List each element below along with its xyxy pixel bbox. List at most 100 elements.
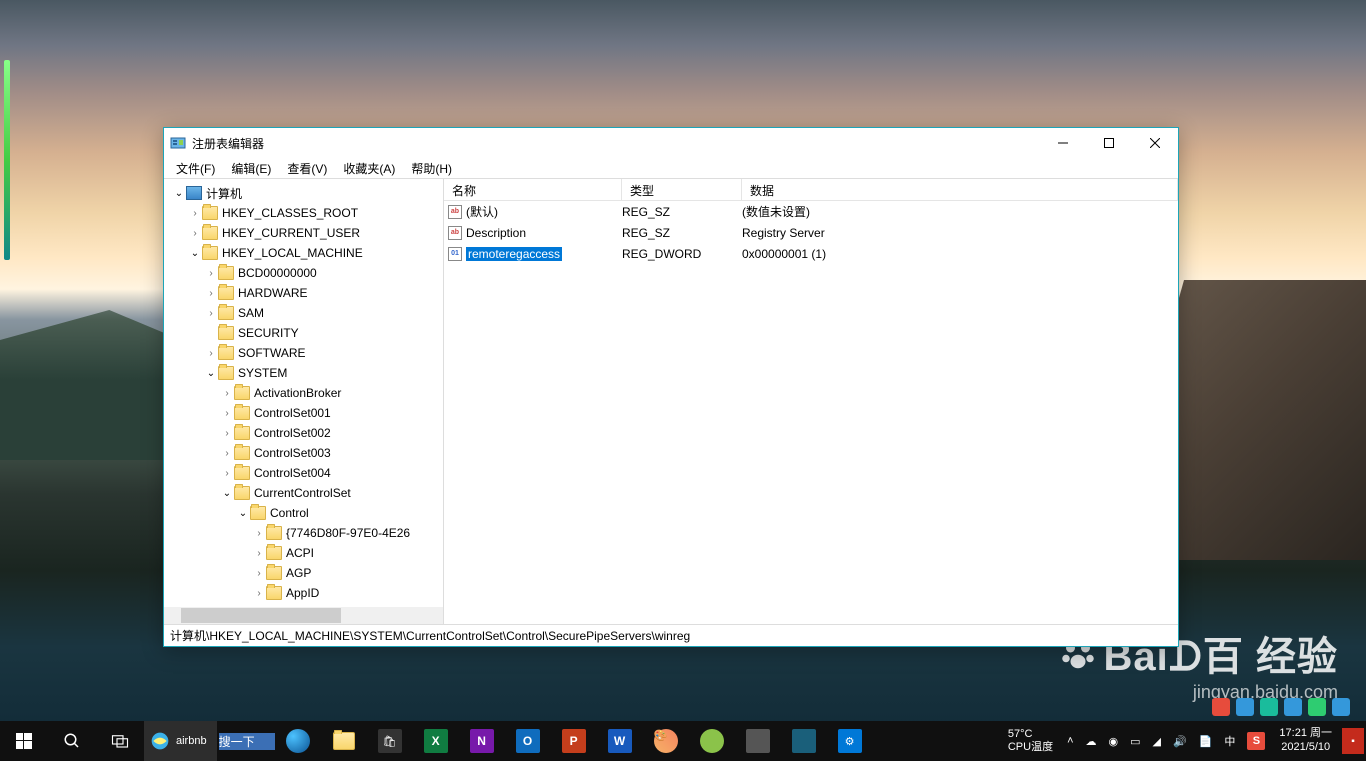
maximize-button[interactable] <box>1086 128 1132 158</box>
paint-icon[interactable]: 🎨 <box>643 721 689 761</box>
360-icon[interactable] <box>689 721 735 761</box>
chevron-right-icon[interactable]: › <box>220 388 234 399</box>
chevron-right-icon[interactable]: › <box>220 468 234 479</box>
chevron-right-icon[interactable]: › <box>188 228 202 239</box>
sogou-icon[interactable]: S <box>1241 721 1271 761</box>
col-name-header[interactable]: 名称 <box>444 179 622 200</box>
chevron-right-icon[interactable]: › <box>204 288 218 299</box>
edge-icon[interactable] <box>275 721 321 761</box>
horizontal-scrollbar[interactable] <box>164 607 443 624</box>
chevron-down-icon[interactable]: ⌄ <box>188 248 202 259</box>
menu-favorites[interactable]: 收藏夹(A) <box>335 158 403 179</box>
tree-item[interactable]: ›ControlSet001 <box>164 403 443 423</box>
list-row[interactable]: abDescriptionREG_SZRegistry Server <box>444 222 1178 243</box>
list-header[interactable]: 名称 类型 数据 <box>444 179 1178 201</box>
app-icon[interactable] <box>735 721 781 761</box>
col-data-header[interactable]: 数据 <box>742 179 1178 200</box>
settings-icon[interactable]: ⚙ <box>827 721 873 761</box>
chevron-right-icon[interactable]: › <box>188 208 202 219</box>
tree-item[interactable]: ›BCD00000000 <box>164 263 443 283</box>
ime-icon[interactable]: 📄 <box>1193 721 1219 761</box>
menu-help[interactable]: 帮助(H) <box>403 158 460 179</box>
tray-icon[interactable]: ◉ <box>1103 721 1125 761</box>
tray-icon[interactable] <box>1212 698 1230 716</box>
chevron-down-icon[interactable]: ⌄ <box>236 508 250 519</box>
tree-item[interactable]: ⌄ CurrentControlSet <box>164 483 443 503</box>
chevron-right-icon[interactable]: › <box>252 568 266 579</box>
tray-chevron-icon[interactable]: ˄ <box>1061 721 1079 761</box>
titlebar[interactable]: 注册表编辑器 <box>164 128 1178 158</box>
chevron-right-icon[interactable]: › <box>204 268 218 279</box>
col-type-header[interactable]: 类型 <box>622 179 742 200</box>
battery-icon[interactable]: ▭ <box>1124 721 1146 761</box>
values-list[interactable]: 名称 类型 数据 ab(默认)REG_SZ(数值未设置)abDescriptio… <box>444 179 1178 624</box>
chevron-right-icon[interactable]: › <box>252 548 266 559</box>
onenote-icon[interactable]: N <box>459 721 505 761</box>
search-icon[interactable] <box>48 721 96 761</box>
store-icon[interactable]: 🛍 <box>367 721 413 761</box>
menu-view[interactable]: 查看(V) <box>279 158 335 179</box>
value-type: REG_SZ <box>622 226 742 240</box>
tree-item[interactable]: ⌄计算机 <box>164 183 443 203</box>
minimize-button[interactable] <box>1040 128 1086 158</box>
tree-item[interactable]: ›ControlSet004 <box>164 463 443 483</box>
clock[interactable]: 17:21 周一 2021/5/10 <box>1271 727 1340 755</box>
tray-icon[interactable] <box>1260 698 1278 716</box>
list-row[interactable]: 01remoteregaccessREG_DWORD0x00000001 (1) <box>444 243 1178 264</box>
tree-pane[interactable]: ⌄计算机›HKEY_CLASSES_ROOT›HKEY_CURRENT_USER… <box>164 179 444 624</box>
outlook-icon[interactable]: O <box>505 721 551 761</box>
tray-icon[interactable] <box>1308 698 1326 716</box>
baidu-search-button[interactable]: 搜一下 <box>219 733 275 750</box>
chevron-right-icon[interactable]: › <box>220 448 234 459</box>
tree-item[interactable]: SECURITY <box>164 323 443 343</box>
menu-edit[interactable]: 编辑(E) <box>223 158 279 179</box>
chevron-right-icon[interactable]: › <box>252 528 266 539</box>
tree-item[interactable]: ›ActivationBroker <box>164 383 443 403</box>
tree-item[interactable]: ›ControlSet002 <box>164 423 443 443</box>
app-icon[interactable] <box>781 721 827 761</box>
ime-language[interactable]: 中 <box>1218 721 1241 761</box>
tray-icon[interactable] <box>1236 698 1254 716</box>
tree-item[interactable]: ›SAM <box>164 303 443 323</box>
chevron-down-icon[interactable]: ⌄ <box>172 188 186 199</box>
excel-icon[interactable]: X <box>413 721 459 761</box>
folder-icon <box>202 226 218 240</box>
taskbar-task-ie[interactable]: airbnb <box>144 721 217 761</box>
tree-item[interactable]: ›HARDWARE <box>164 283 443 303</box>
tree-item[interactable]: ⌄HKEY_LOCAL_MACHINE <box>164 243 443 263</box>
tree-item[interactable]: ›ControlSet003 <box>164 443 443 463</box>
tree-item[interactable]: ⌄Control <box>164 503 443 523</box>
task-view-icon[interactable] <box>96 721 144 761</box>
tray-icon[interactable] <box>1332 698 1350 716</box>
cpu-temp-widget[interactable]: 57°C CPU温度 <box>1000 728 1061 754</box>
chevron-down-icon[interactable]: ⌄ <box>220 488 234 499</box>
onedrive-icon[interactable]: ☁ <box>1080 721 1103 761</box>
chevron-right-icon[interactable]: › <box>220 428 234 439</box>
tree-item[interactable]: ›AppID <box>164 583 443 603</box>
chevron-down-icon[interactable]: ⌄ <box>204 368 218 379</box>
close-button[interactable] <box>1132 128 1178 158</box>
powerpoint-icon[interactable]: P <box>551 721 597 761</box>
tree-item[interactable]: ›{7746D80F-97E0-4E26 <box>164 523 443 543</box>
chevron-right-icon[interactable]: › <box>252 588 266 599</box>
volume-icon[interactable]: 🔊 <box>1167 721 1193 761</box>
tree-item[interactable]: ›HKEY_CLASSES_ROOT <box>164 203 443 223</box>
menu-file[interactable]: 文件(F) <box>168 158 223 179</box>
tree-item[interactable]: ›AGP <box>164 563 443 583</box>
chevron-right-icon[interactable]: › <box>220 408 234 419</box>
tree-label: CurrentControlSet <box>254 486 351 500</box>
wifi-icon[interactable]: ◢ <box>1147 721 1167 761</box>
notification-icon[interactable]: ▪ <box>1342 728 1364 754</box>
tray-icon[interactable] <box>1284 698 1302 716</box>
chevron-right-icon[interactable]: › <box>204 348 218 359</box>
tree-item[interactable]: ⌄SYSTEM <box>164 363 443 383</box>
chevron-right-icon[interactable]: › <box>204 308 218 319</box>
tree-label: HKEY_CURRENT_USER <box>222 226 360 240</box>
tree-item[interactable]: ›ACPI <box>164 543 443 563</box>
start-button[interactable] <box>0 721 48 761</box>
word-icon[interactable]: W <box>597 721 643 761</box>
file-explorer-icon[interactable] <box>321 721 367 761</box>
tree-item[interactable]: ›SOFTWARE <box>164 343 443 363</box>
list-row[interactable]: ab(默认)REG_SZ(数值未设置) <box>444 201 1178 222</box>
tree-item[interactable]: › HKEY_CURRENT_USER <box>164 223 443 243</box>
